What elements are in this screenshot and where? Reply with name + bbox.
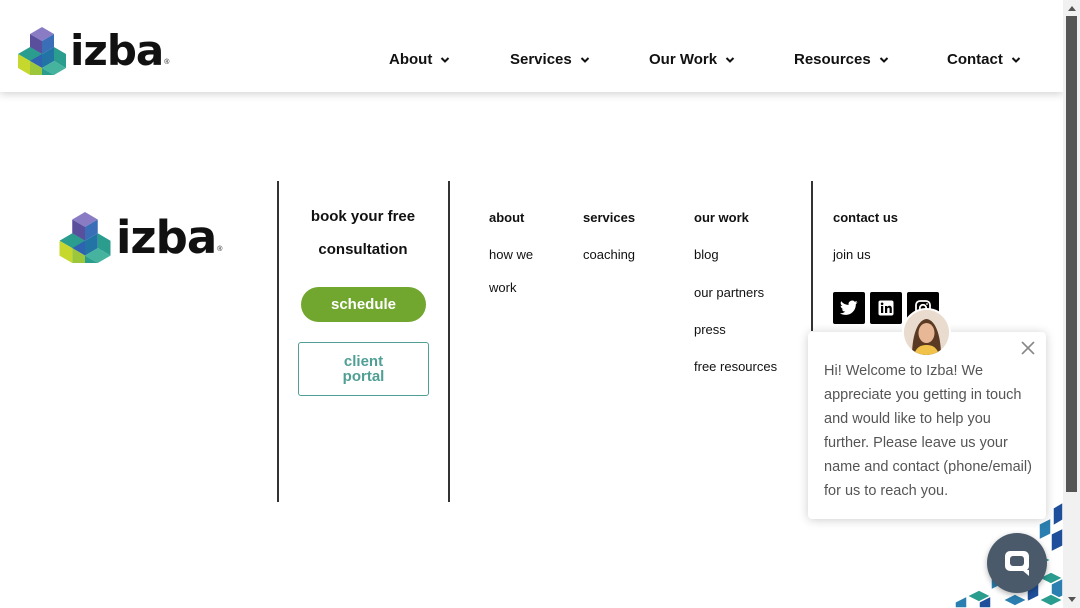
nav-about-label: About [389, 51, 433, 68]
nav-services-label: Services [510, 51, 572, 68]
chevron-down-icon [725, 56, 735, 63]
footer-heading-contact-us[interactable]: contact us [833, 210, 898, 225]
twitter-link[interactable] [833, 292, 865, 324]
divider [811, 181, 813, 331]
close-icon[interactable] [1020, 340, 1036, 356]
footer-link-free-resources[interactable]: free resources [694, 359, 777, 374]
nav-contact[interactable]: Contact [947, 51, 1021, 68]
avatar-icon [904, 310, 949, 355]
footer-heading-services[interactable]: services [583, 210, 635, 225]
caret-up-icon [1067, 6, 1076, 11]
footer-link-how-we-work[interactable]: how we [489, 247, 533, 262]
footer-link-our-partners[interactable]: our partners [694, 285, 764, 300]
divider [277, 181, 279, 502]
chevron-down-icon [1011, 56, 1021, 63]
logo-wordmark: izba [70, 26, 164, 75]
scrollbar-thumb[interactable] [1066, 16, 1077, 492]
divider [448, 181, 450, 502]
footer-link-blog[interactable]: blog [694, 247, 719, 262]
logo-wordmark: izba [116, 210, 217, 264]
nav-contact-label: Contact [947, 51, 1003, 68]
linkedin-link[interactable] [870, 292, 902, 324]
cta-title-line2: consultation [318, 241, 408, 258]
footer-link-coaching[interactable]: coaching [583, 247, 635, 262]
header-logo[interactable]: izba ® [16, 27, 169, 75]
cta-title-line1: book your free [310, 208, 416, 225]
chevron-down-icon [879, 56, 888, 63]
nav-resources-label: Resources [794, 51, 871, 68]
page-scrollbar[interactable] [1063, 0, 1080, 608]
registered-mark: ® [164, 59, 170, 66]
nav-about[interactable]: About [389, 51, 450, 68]
footer-link-join-us[interactable]: join us [833, 247, 871, 262]
linkedin-icon [878, 300, 894, 316]
chat-launcher-button[interactable] [987, 533, 1047, 593]
footer-link-how-we-work-cont[interactable]: work [489, 280, 516, 295]
chevron-down-icon [580, 56, 589, 63]
izba-cubes-icon [59, 212, 111, 263]
twitter-icon [840, 300, 858, 315]
schedule-button[interactable]: schedule [301, 287, 426, 322]
client-portal-label-line2: portal [342, 368, 385, 385]
site-header: izba ® About Services Our Work Resources… [0, 0, 1063, 92]
chat-welcome-message: Hi! Welcome to Izba! We appreciate you g… [824, 363, 1032, 499]
chat-icon [1005, 551, 1029, 576]
client-portal-label-line1: client [343, 353, 384, 370]
chevron-down-icon [441, 56, 450, 63]
chat-agent-avatar [902, 308, 951, 357]
footer-logo[interactable]: izba ® [57, 212, 222, 263]
chat-popup[interactable]: Hi! Welcome to Izba! We appreciate you g… [808, 332, 1046, 519]
nav-our-work-label: Our Work [649, 51, 718, 68]
registered-mark: ® [217, 246, 223, 253]
nav-resources[interactable]: Resources [794, 51, 889, 68]
footer-heading-about[interactable]: about [489, 210, 524, 225]
client-portal-button[interactable]: client portal [298, 342, 429, 396]
nav-services[interactable]: Services [510, 51, 590, 68]
footer-link-press[interactable]: press [694, 322, 726, 337]
scroll-down-arrow[interactable] [1063, 592, 1080, 608]
footer-heading-our-work[interactable]: our work [694, 210, 749, 225]
nav-our-work[interactable]: Our Work [649, 51, 735, 68]
scroll-up-arrow[interactable] [1063, 0, 1080, 16]
izba-cubes-icon [18, 27, 66, 75]
caret-down-icon [1067, 597, 1076, 602]
